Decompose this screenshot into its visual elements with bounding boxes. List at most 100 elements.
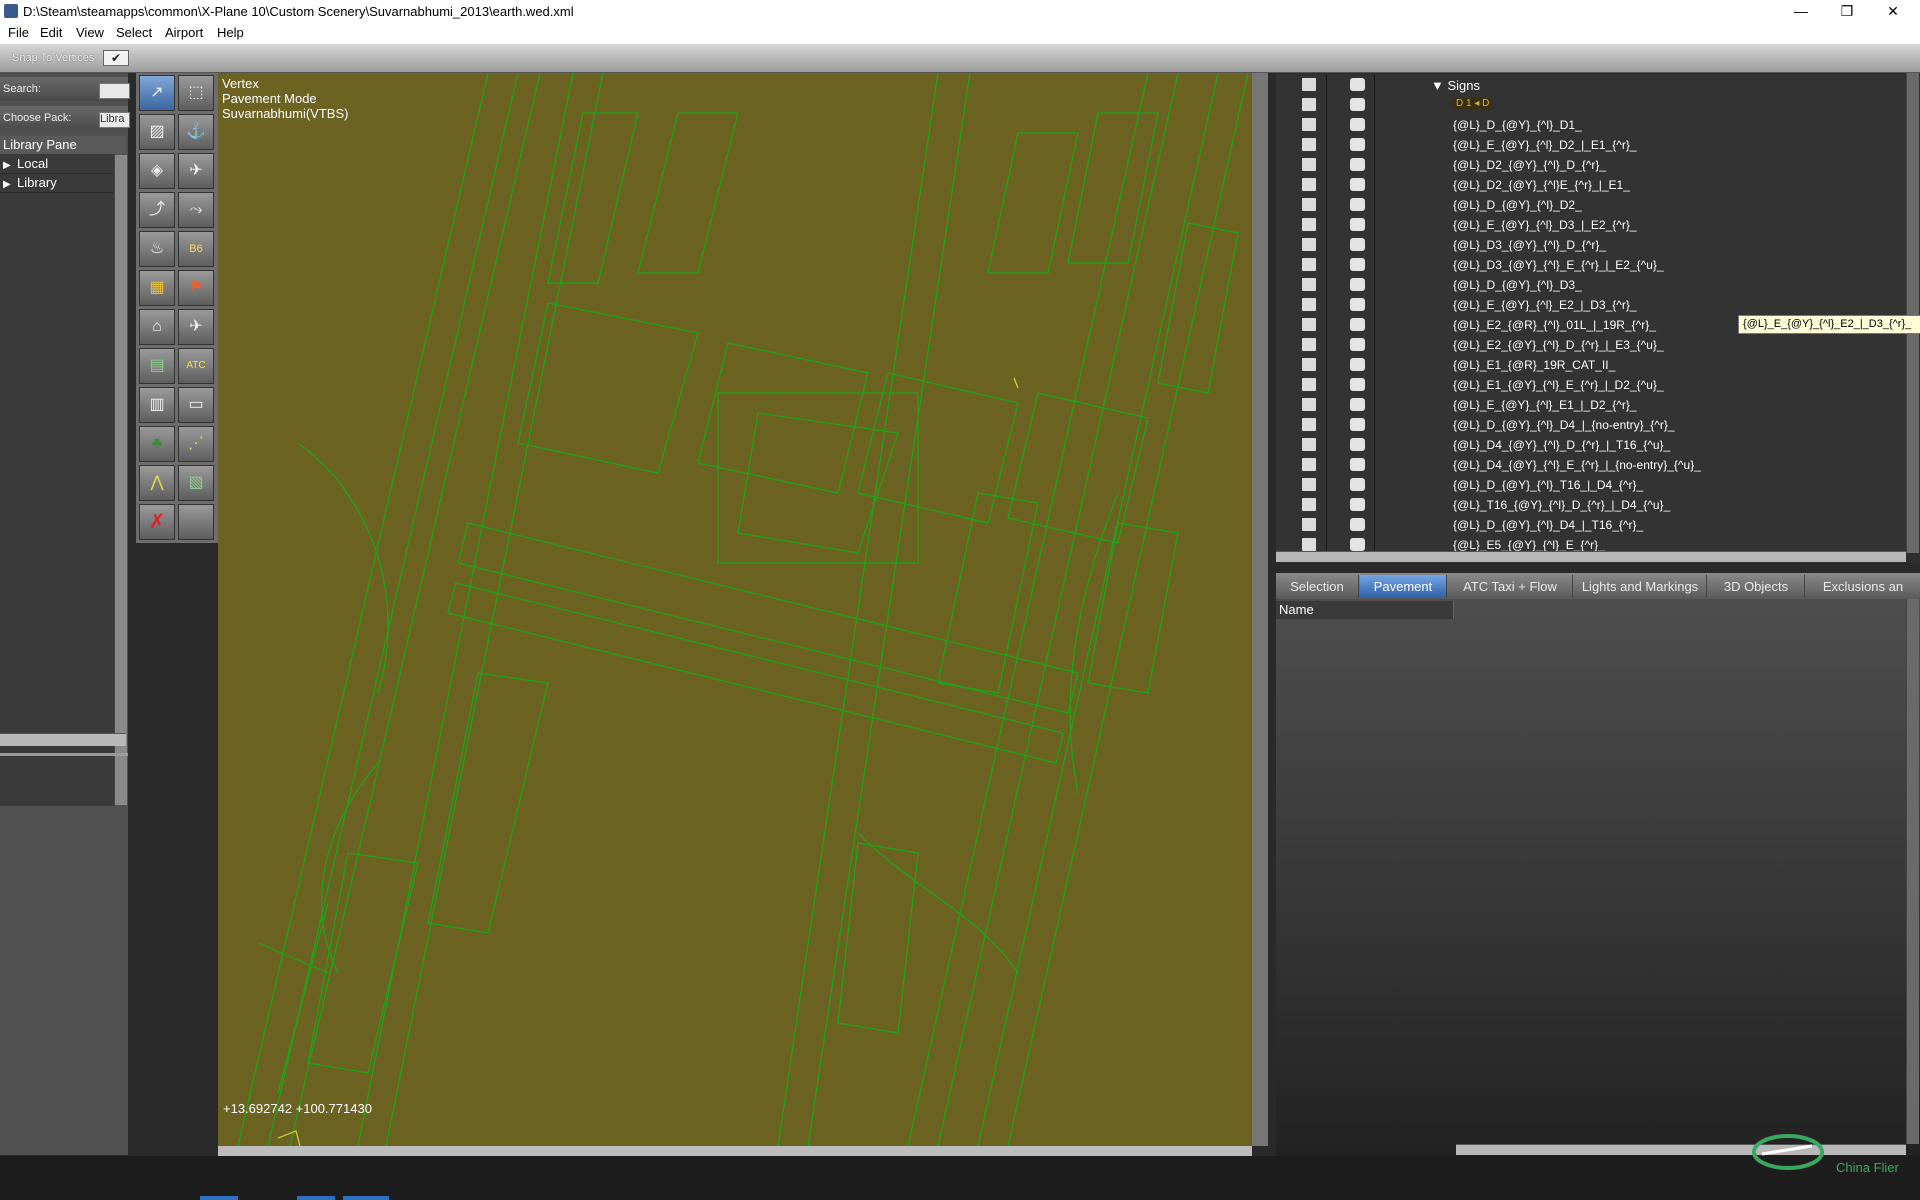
visibility-eye-icon[interactable] xyxy=(1350,318,1365,331)
lock-icon[interactable] xyxy=(1302,158,1316,171)
lock-icon[interactable] xyxy=(1302,78,1316,91)
lock-icon[interactable] xyxy=(1302,338,1316,351)
lock-icon[interactable] xyxy=(1302,318,1316,331)
tab-exclusions[interactable]: Exclusions an xyxy=(1806,575,1920,598)
tool-polygon[interactable]: ▧ xyxy=(178,465,214,501)
minimize-button[interactable]: — xyxy=(1778,0,1824,22)
tool-sealane[interactable]: ⚓ xyxy=(178,114,214,150)
tab-atc-taxi-flow[interactable]: ATC Taxi + Flow xyxy=(1448,575,1573,598)
tab-3d-objects[interactable]: 3D Objects xyxy=(1708,575,1805,598)
visibility-eye-icon[interactable] xyxy=(1350,518,1365,531)
hierarchy-row[interactable]: {@L}_E1_{@Y}_{^l}_E_{^r}_|_D2_{^u}_ xyxy=(1276,375,1906,396)
lock-icon[interactable] xyxy=(1302,258,1316,271)
hierarchy-vscroll[interactable] xyxy=(1906,73,1919,553)
tool-vertex-select[interactable]: ↗ xyxy=(139,75,175,111)
tool-building[interactable]: ▥ xyxy=(139,387,175,423)
snap-checkbox[interactable]: ✔ xyxy=(103,50,129,66)
map-view[interactable]: Vertex Pavement Mode Suvarnabhumi(VTBS) … xyxy=(218,73,1252,1146)
lock-icon[interactable] xyxy=(1302,458,1316,471)
close-button[interactable]: ✕ xyxy=(1870,0,1916,22)
lock-icon[interactable] xyxy=(1302,438,1316,451)
menu-airport[interactable]: Airport xyxy=(165,25,203,40)
lock-icon[interactable] xyxy=(1302,358,1316,371)
tool-exclusion[interactable]: ✗ xyxy=(139,504,175,540)
visibility-eye-icon[interactable] xyxy=(1350,338,1365,351)
lock-icon[interactable] xyxy=(1302,138,1316,151)
library-vscroll[interactable] xyxy=(114,155,127,805)
hierarchy-row[interactable]: {@L}_D_{@Y}_{^l}_D4_|_{no-entry}_{^r}_ xyxy=(1276,415,1906,436)
hierarchy-row[interactable]: {@L}_D_{@Y}_{^l}_D1_ xyxy=(1276,115,1906,136)
visibility-eye-icon[interactable] xyxy=(1350,278,1365,291)
visibility-eye-icon[interactable] xyxy=(1350,118,1365,131)
visibility-eye-icon[interactable] xyxy=(1350,78,1365,91)
hierarchy-row[interactable]: {@L}_E_{@Y}_{^l}_E2_|_D3_{^r}_ xyxy=(1276,295,1906,316)
menu-view[interactable]: View xyxy=(76,25,104,40)
tool-bezier-line[interactable]: ⤴ xyxy=(139,192,175,228)
hierarchy-row[interactable]: {@L}_D4_{@Y}_{^l}_D_{^r}_|_T16_{^u}_ xyxy=(1276,435,1906,456)
tool-string[interactable]: ⋰ xyxy=(178,426,214,462)
hierarchy-row[interactable]: {@L}_D_{@Y}_{^l}_T16_|_D4_{^r}_ xyxy=(1276,475,1906,496)
tool-helipad[interactable]: ✈ xyxy=(178,153,214,189)
visibility-eye-icon[interactable] xyxy=(1350,378,1365,391)
map-hscroll[interactable] xyxy=(218,1146,1252,1156)
lock-icon[interactable] xyxy=(1302,498,1316,511)
tool-facade[interactable]: ▤ xyxy=(139,348,175,384)
visibility-eye-icon[interactable] xyxy=(1350,98,1365,111)
lock-icon[interactable] xyxy=(1302,98,1316,111)
hierarchy-row[interactable]: {@L}_D_{@Y}_{^l}_D4_|_T16_{^r}_ xyxy=(1276,515,1906,536)
hierarchy-row[interactable]: {@L}_D2_{@Y}_{^l}E_{^r}_|_E1_ xyxy=(1276,175,1906,196)
visibility-eye-icon[interactable] xyxy=(1350,478,1365,491)
lock-icon[interactable] xyxy=(1302,538,1316,551)
library-hscroll[interactable] xyxy=(0,733,126,746)
visibility-eye-icon[interactable] xyxy=(1350,138,1365,151)
hierarchy-row[interactable]: {@L}_D_{@Y}_{^l}_D2_ xyxy=(1276,195,1906,216)
lock-icon[interactable] xyxy=(1302,298,1316,311)
hierarchy-row[interactable]: {@L}_D3_{@Y}_{^l}_D_{^r}_ xyxy=(1276,235,1906,256)
visibility-eye-icon[interactable] xyxy=(1350,358,1365,371)
lock-icon[interactable] xyxy=(1302,198,1316,211)
lock-icon[interactable] xyxy=(1302,398,1316,411)
tool-windsock[interactable]: ⚑ xyxy=(178,270,214,306)
hierarchy-row[interactable]: {@L}_D3_{@Y}_{^l}_E_{^r}_|_E2_{^u}_ xyxy=(1276,255,1906,276)
lock-icon[interactable] xyxy=(1302,518,1316,531)
tool-blank[interactable] xyxy=(178,504,214,540)
tool-sign[interactable]: B6 xyxy=(178,231,214,267)
lock-icon[interactable] xyxy=(1302,218,1316,231)
tool-light-fixture[interactable]: ♨ xyxy=(139,231,175,267)
restore-button[interactable]: ❐ xyxy=(1824,0,1870,22)
menu-file[interactable]: File xyxy=(8,25,29,40)
hierarchy-row[interactable]: {@L}_D_{@Y}_{^l}_D3_ xyxy=(1276,275,1906,296)
library-item-local[interactable]: ▶ Local xyxy=(0,155,114,174)
lock-icon[interactable] xyxy=(1302,278,1316,291)
lock-icon[interactable] xyxy=(1302,238,1316,251)
name-column-header[interactable]: Name xyxy=(1276,601,1454,619)
tool-forest[interactable]: ♣ xyxy=(139,426,175,462)
hierarchy-group-row[interactable]: ▼ Signs xyxy=(1276,75,1906,96)
lock-icon[interactable] xyxy=(1302,378,1316,391)
hierarchy-row[interactable]: {@L}_D2_{@Y}_{^l}_D_{^r}_ xyxy=(1276,155,1906,176)
tool-marquee[interactable]: ⬚ xyxy=(178,75,214,111)
tool-runway[interactable]: ▨ xyxy=(139,114,175,150)
visibility-eye-icon[interactable] xyxy=(1350,198,1365,211)
visibility-eye-icon[interactable] xyxy=(1350,498,1365,511)
tab-lights-markings[interactable]: Lights and Markings xyxy=(1574,575,1707,598)
menu-select[interactable]: Select xyxy=(116,25,152,40)
tool-object[interactable]: ▦ xyxy=(139,270,175,306)
visibility-eye-icon[interactable] xyxy=(1350,458,1365,471)
map-vscroll[interactable] xyxy=(1252,73,1268,1146)
hierarchy-row[interactable]: {@L}_E2_{@Y}_{^l}_D_{^r}_|_E3_{^u}_ xyxy=(1276,335,1906,356)
visibility-eye-icon[interactable] xyxy=(1350,258,1365,271)
tool-atc[interactable]: ATC xyxy=(178,348,214,384)
hierarchy-row[interactable]: {@L}_E_{@Y}_{^l}_E1_|_D2_{^r}_ xyxy=(1276,395,1906,416)
lock-icon[interactable] xyxy=(1302,178,1316,191)
hierarchy-row[interactable]: {@L}_E_{@Y}_{^l}_D2_|_E1_{^r}_ xyxy=(1276,135,1906,156)
visibility-eye-icon[interactable] xyxy=(1350,538,1365,551)
visibility-eye-icon[interactable] xyxy=(1350,178,1365,191)
tool-tower-viewpoint[interactable]: ⌂ xyxy=(139,309,175,345)
hierarchy-row[interactable]: {@L}_T16_{@Y}_{^l}_D_{^r}_|_D4_{^u}_ xyxy=(1276,495,1906,516)
tool-line[interactable]: ⋀ xyxy=(139,465,175,501)
menu-edit[interactable]: Edit xyxy=(40,25,62,40)
pane-divider[interactable] xyxy=(0,753,128,756)
tool-taxiway[interactable]: ◈ xyxy=(139,153,175,189)
hierarchy-hscroll[interactable] xyxy=(1276,551,1906,562)
